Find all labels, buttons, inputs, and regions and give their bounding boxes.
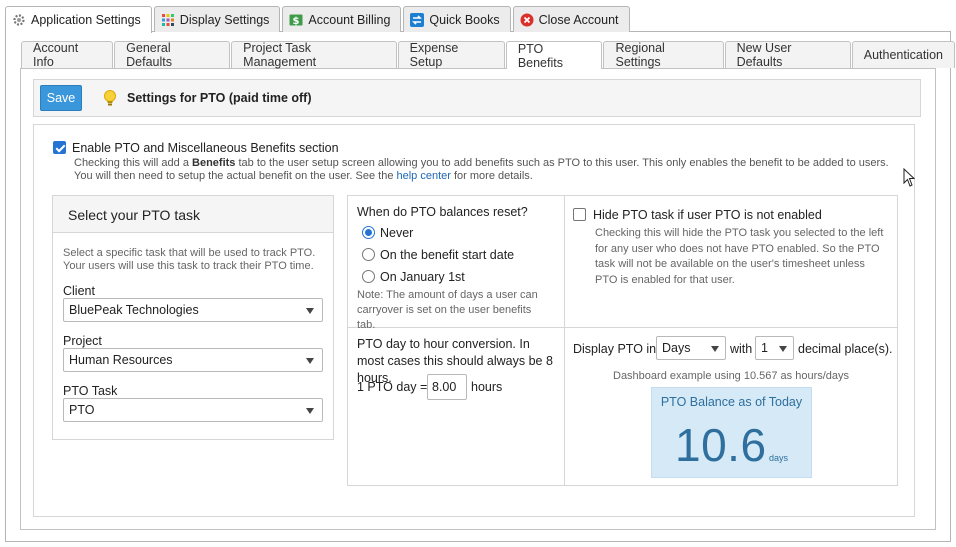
reset-never-radio[interactable]: [362, 226, 375, 239]
grid-icon: [161, 13, 175, 27]
text-cursor-icon: [903, 167, 916, 191]
tab-regional-settings[interactable]: Regional Settings: [603, 41, 724, 69]
display-unit-select[interactable]: Days: [656, 336, 726, 360]
client-label: Client: [63, 284, 95, 298]
billing-icon: $: [289, 13, 303, 27]
decimal-places-select[interactable]: 1: [755, 336, 794, 360]
sync-icon: [410, 12, 425, 27]
enable-pto-label: Enable PTO and Miscellaneous Benefits se…: [72, 141, 339, 155]
pto-balance-card: PTO Balance as of Today 10.6 days: [651, 387, 812, 478]
enable-pto-description: Checking this will add a Benefits tab to…: [74, 157, 889, 182]
tab-close-account[interactable]: Close Account: [512, 6, 630, 32]
grid-divider: [564, 195, 565, 486]
pto-task-select[interactable]: PTO: [63, 398, 323, 422]
reset-january-label: On January 1st: [380, 270, 465, 284]
tab-expense-setup[interactable]: Expense Setup: [397, 41, 505, 69]
tab-authentication[interactable]: Authentication: [851, 41, 955, 68]
project-label: Project: [63, 334, 102, 348]
display-prefix: Display PTO in: [573, 342, 657, 356]
reset-note: Note: The amount of days a user can carr…: [357, 289, 538, 331]
reset-never-label: Never: [380, 226, 414, 240]
chevron-down-icon: [306, 408, 314, 414]
hours-per-day-input[interactable]: [427, 374, 467, 400]
page-title: Settings for PTO (paid time off): [127, 91, 312, 105]
settings-header: Save Settings for PTO (paid time off): [33, 79, 921, 117]
save-button[interactable]: Save: [40, 85, 82, 111]
tab-general-defaults[interactable]: General Defaults: [114, 41, 231, 69]
gear-icon: [12, 13, 26, 27]
pto-task-value: PTO: [69, 403, 95, 417]
hide-pto-description: Checking this will hide the PTO task you…: [595, 227, 884, 286]
reset-benefit-start-radio[interactable]: [362, 248, 375, 261]
enable-pto-checkbox[interactable]: [53, 141, 66, 154]
help-center-link[interactable]: help center: [397, 170, 451, 182]
top-tab-bar: Application Settings Display Settings $ …: [5, 6, 632, 33]
select-pto-task-panel: Select your PTO task Select a specific t…: [52, 195, 334, 440]
display-suffix: decimal place(s).: [798, 342, 893, 356]
project-select[interactable]: Human Resources: [63, 348, 323, 372]
display-with: with: [730, 342, 753, 356]
hide-pto-checkbox[interactable]: [573, 208, 586, 221]
lightbulb-icon: [103, 90, 117, 110]
conversion-suffix: hours: [471, 380, 503, 394]
tab-label: Quick Books: [429, 12, 500, 27]
tab-pto-benefits[interactable]: PTO Benefits: [505, 41, 603, 70]
pto-balance-unit: days: [769, 453, 789, 463]
client-value: BluePeak Technologies: [69, 303, 199, 317]
close-circle-icon: [520, 13, 534, 27]
tab-account-billing[interactable]: $ Account Billing: [282, 6, 402, 32]
conversion-prefix: 1 PTO day =: [357, 380, 428, 394]
chevron-down-icon: [306, 358, 314, 364]
tab-label: Display Settings: [179, 12, 270, 27]
tab-quick-books[interactable]: Quick Books: [403, 6, 511, 32]
chevron-down-icon: [306, 308, 314, 314]
reset-january-radio[interactable]: [362, 270, 375, 283]
tab-new-user-defaults[interactable]: New User Defaults: [724, 41, 851, 69]
sub-tab-bar: Account Info General Defaults Project Ta…: [21, 41, 956, 70]
pto-balance-title: PTO Balance as of Today: [660, 395, 803, 409]
display-unit-value: Days: [662, 341, 691, 355]
decimal-places-value: 1: [761, 341, 768, 355]
tab-account-info[interactable]: Account Info: [21, 41, 114, 69]
tab-label: Application Settings: [31, 13, 141, 27]
pto-task-label: PTO Task: [63, 384, 118, 398]
reset-benefit-start-label: On the benefit start date: [380, 248, 515, 262]
tab-application-settings[interactable]: Application Settings: [5, 6, 152, 33]
tab-label: Close Account: [538, 12, 619, 27]
panel-description: Select a specific task that will be used…: [63, 247, 316, 272]
tab-label: Account Billing: [308, 12, 391, 27]
svg-text:$: $: [293, 16, 300, 27]
tab-display-settings[interactable]: Display Settings: [153, 6, 281, 32]
panel-title: Select your PTO task: [53, 196, 333, 233]
chevron-down-icon: [779, 346, 787, 352]
project-value: Human Resources: [69, 353, 173, 367]
chevron-down-icon: [711, 346, 719, 352]
client-select[interactable]: BluePeak Technologies: [63, 298, 323, 322]
dashboard-example-text: Dashboard example using 10.567 as hours/…: [613, 370, 850, 382]
tab-project-task-management[interactable]: Project Task Management: [231, 41, 397, 69]
hide-pto-label: Hide PTO task if user PTO is not enabled: [593, 208, 822, 222]
pto-balance-value: 10.6: [675, 419, 767, 471]
reset-question: When do PTO balances reset?: [357, 205, 528, 219]
